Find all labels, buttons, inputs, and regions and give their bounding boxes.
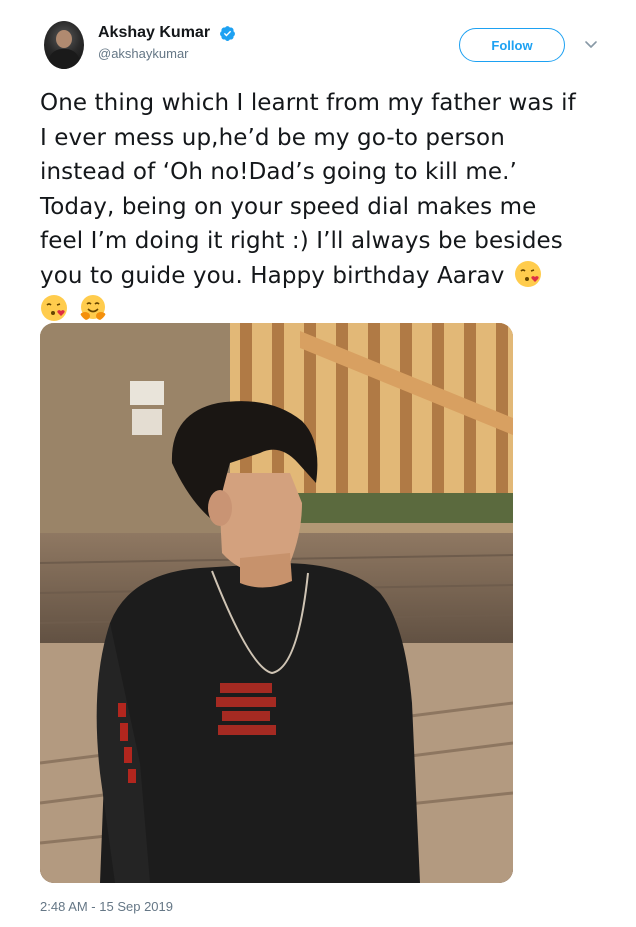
tweet-line: I ever mess up,he’d be my go-to person [40, 124, 505, 151]
tweet-photo[interactable] [40, 323, 513, 883]
photo-illustration [40, 323, 513, 883]
author-display-name[interactable]: Akshay Kumar [98, 24, 210, 42]
tweet-line: One thing which I learnt from my father … [40, 90, 576, 116]
verified-badge-icon [219, 25, 235, 41]
tweet-text: One thing which I learnt from my father … [40, 86, 610, 328]
tweet-line: Today, being on your speed dial makes me [40, 193, 537, 220]
tweet-line-with-emoji: you to guide you. Happy birthday Aarav [40, 259, 610, 294]
avatar[interactable] [44, 21, 84, 69]
chevron-down-icon[interactable] [583, 36, 599, 52]
face-blowing-kiss-icon [514, 260, 541, 287]
tweet-header: Akshay Kumar @akshaykumar Follow [40, 20, 610, 72]
author-handle[interactable]: @akshaykumar [98, 46, 236, 61]
tweet-line: feel I’m doing it right :) I’ll always b… [40, 228, 563, 254]
follow-button[interactable]: Follow [459, 28, 565, 62]
tweet-timestamp[interactable]: 2:48 AM - 15 Sep 2019 [40, 899, 173, 914]
avatar-face [56, 30, 72, 48]
tweet-line: you to guide you. Happy birthday Aarav [40, 262, 505, 289]
hugging-face-icon [80, 295, 107, 320]
avatar-body [48, 49, 80, 69]
face-blowing-kiss-icon [41, 295, 67, 321]
tweet-line: instead of ‘Oh no!Dad’s going to kill me… [40, 159, 517, 185]
author-info: Akshay Kumar @akshaykumar [98, 24, 236, 61]
